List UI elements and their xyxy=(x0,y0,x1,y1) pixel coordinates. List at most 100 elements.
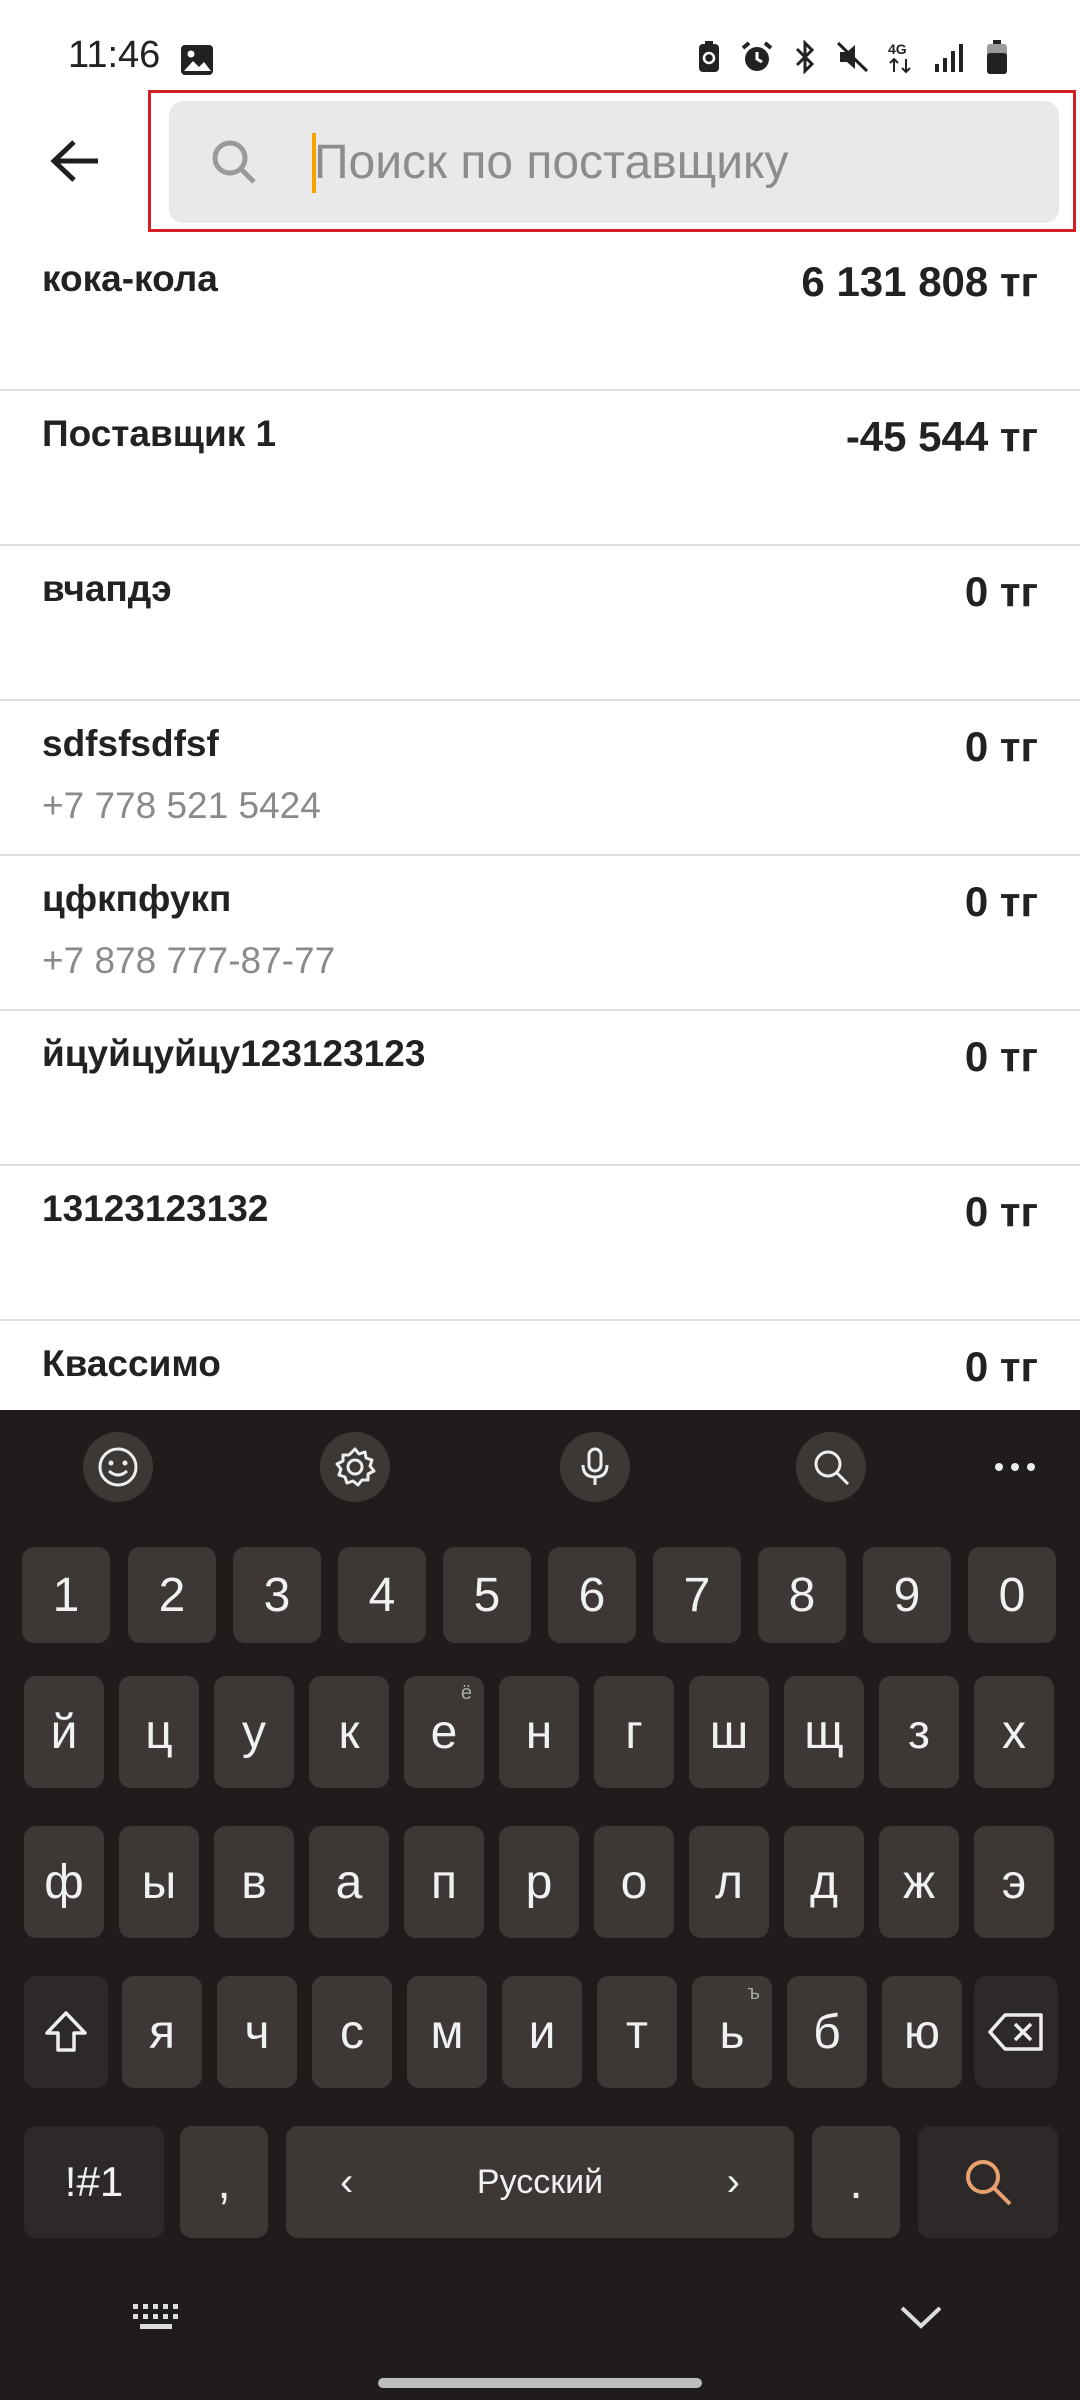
key-letter[interactable]: ы xyxy=(119,1826,199,1938)
key-letter[interactable]: м xyxy=(407,1976,487,2088)
keyboard-search-button[interactable] xyxy=(796,1432,866,1502)
key-6[interactable]: 6 xyxy=(548,1547,636,1643)
battery-saver-icon xyxy=(692,40,726,74)
list-item[interactable]: йцуйцуйцу123123123 0 тг xyxy=(0,1011,1080,1166)
lang-prev-arrow: ‹ xyxy=(340,2159,354,2204)
more-button[interactable] xyxy=(980,1432,1050,1502)
key-letter[interactable]: о xyxy=(594,1826,674,1938)
comma-key[interactable]: , xyxy=(180,2126,268,2238)
status-icons: 4G xyxy=(692,40,1014,74)
lang-next-arrow: › xyxy=(726,2159,740,2204)
key-letter[interactable]: л xyxy=(689,1826,769,1938)
key-letter[interactable]: д xyxy=(784,1826,864,1938)
search-box[interactable] xyxy=(169,101,1059,223)
keyboard-toolbar xyxy=(0,1410,1080,1524)
key-letter[interactable]: н xyxy=(499,1676,579,1788)
search-input[interactable] xyxy=(314,117,1014,207)
key-letter[interactable]: у xyxy=(214,1676,294,1788)
search-icon xyxy=(209,137,259,187)
key-8[interactable]: 8 xyxy=(758,1547,846,1643)
back-button[interactable] xyxy=(36,120,114,202)
key-4[interactable]: 4 xyxy=(338,1547,426,1643)
key-letter[interactable]: ю xyxy=(882,1976,962,2088)
symbols-key[interactable]: !#1 xyxy=(24,2126,164,2238)
emoji-button[interactable] xyxy=(83,1432,153,1502)
image-icon xyxy=(180,44,214,76)
key-letter[interactable]: х xyxy=(974,1676,1054,1788)
hide-keyboard-button[interactable] xyxy=(898,2302,944,2337)
voice-input-button[interactable] xyxy=(560,1432,630,1502)
key-letter[interactable]: ч xyxy=(217,1976,297,2088)
soft-keyboard: 1 2 3 4 5 6 7 8 9 0 й ц у к е ё н г ш щ … xyxy=(0,1410,1080,2400)
period-key[interactable]: . xyxy=(812,2126,900,2238)
supplier-amount: -45 544 тг xyxy=(845,413,1038,460)
key-letter[interactable]: и xyxy=(502,1976,582,2088)
key-letter[interactable]: б xyxy=(787,1976,867,2088)
key-letter[interactable]: п xyxy=(404,1826,484,1938)
key-e-hint: ё xyxy=(460,1682,472,1704)
list-item[interactable]: кока-кола 6 131 808 тг xyxy=(0,236,1080,391)
key-5[interactable]: 5 xyxy=(443,1547,531,1643)
alarm-icon xyxy=(740,40,774,74)
key-3[interactable]: 3 xyxy=(233,1547,321,1643)
list-item[interactable]: Поставщик 1 -45 544 тг xyxy=(0,391,1080,546)
mute-icon xyxy=(836,40,870,74)
key-0[interactable]: 0 xyxy=(968,1547,1056,1643)
top-bar xyxy=(0,90,1080,236)
space-key[interactable]: ‹ Русский › xyxy=(286,2126,794,2238)
search-icon xyxy=(966,2160,1012,2206)
keyboard-switch-button[interactable] xyxy=(132,2302,182,2337)
supplier-amount: 0 тг xyxy=(964,1343,1038,1390)
shift-key[interactable] xyxy=(24,1976,108,2088)
key-letter[interactable]: ц xyxy=(119,1676,199,1788)
4g-icon: 4G xyxy=(884,40,918,74)
key-e[interactable]: е ё xyxy=(404,1676,484,1788)
key-9[interactable]: 9 xyxy=(863,1547,951,1643)
key-letter[interactable]: щ xyxy=(784,1676,864,1788)
arrow-left-icon xyxy=(50,140,98,182)
microphone-icon xyxy=(581,1447,609,1485)
key-letter[interactable]: т xyxy=(597,1976,677,2088)
backspace-icon xyxy=(988,2013,1043,2051)
list-item[interactable]: sdfsfsdfsf 0 тг +7 778 521 5424 xyxy=(0,701,1080,856)
key-letter[interactable]: с xyxy=(312,1976,392,2088)
list-item[interactable]: цфкпфукп 0 тг +7 878 777-87-77 xyxy=(0,856,1080,1011)
home-indicator[interactable] xyxy=(378,2378,702,2388)
supplier-name: йцуйцуйцу123123123 xyxy=(42,1033,426,1074)
key-letter[interactable]: э xyxy=(974,1826,1054,1938)
key-letter[interactable]: ш xyxy=(689,1676,769,1788)
list-item[interactable]: 13123123132 0 тг xyxy=(0,1166,1080,1321)
key-2[interactable]: 2 xyxy=(128,1547,216,1643)
keyboard-settings-button[interactable] xyxy=(320,1432,390,1502)
supplier-amount: 0 тг xyxy=(964,568,1038,615)
key-soft-sign-label: ь xyxy=(719,2005,745,2059)
list-item[interactable]: Квассимо 0 тг xyxy=(0,1321,1080,1410)
key-letter[interactable]: г xyxy=(594,1676,674,1788)
key-letter[interactable]: ж xyxy=(879,1826,959,1938)
key-letter[interactable]: в xyxy=(214,1826,294,1938)
search-action-key[interactable] xyxy=(918,2126,1058,2238)
key-7[interactable]: 7 xyxy=(653,1547,741,1643)
backspace-key[interactable] xyxy=(974,1976,1058,2088)
key-letter[interactable]: й xyxy=(24,1676,104,1788)
key-1[interactable]: 1 xyxy=(22,1547,110,1643)
key-letter[interactable]: а xyxy=(309,1826,389,1938)
supplier-name: Квассимо xyxy=(42,1343,221,1384)
supplier-name: цфкпфукп xyxy=(42,878,232,919)
shift-icon xyxy=(45,2011,87,2052)
supplier-list: кока-кола 6 131 808 тг Поставщик 1 -45 5… xyxy=(0,236,1080,1410)
key-soft-sign[interactable]: ь ъ xyxy=(692,1976,772,2088)
key-letter[interactable]: р xyxy=(499,1826,579,1938)
emoji-icon xyxy=(98,1447,138,1487)
key-letter[interactable]: я xyxy=(122,1976,202,2088)
list-item[interactable]: вчапдэ 0 тг xyxy=(0,546,1080,701)
key-letter[interactable]: з xyxy=(879,1676,959,1788)
more-icon xyxy=(995,1463,1035,1471)
key-letter[interactable]: к xyxy=(309,1676,389,1788)
key-letter[interactable]: ф xyxy=(24,1826,104,1938)
status-bar: 11:46 4G xyxy=(0,0,1080,90)
supplier-amount: 0 тг xyxy=(964,1033,1038,1080)
keyboard-icon xyxy=(133,2304,178,2329)
supplier-amount: 0 тг xyxy=(964,1188,1038,1235)
supplier-amount: 0 тг xyxy=(964,723,1038,770)
